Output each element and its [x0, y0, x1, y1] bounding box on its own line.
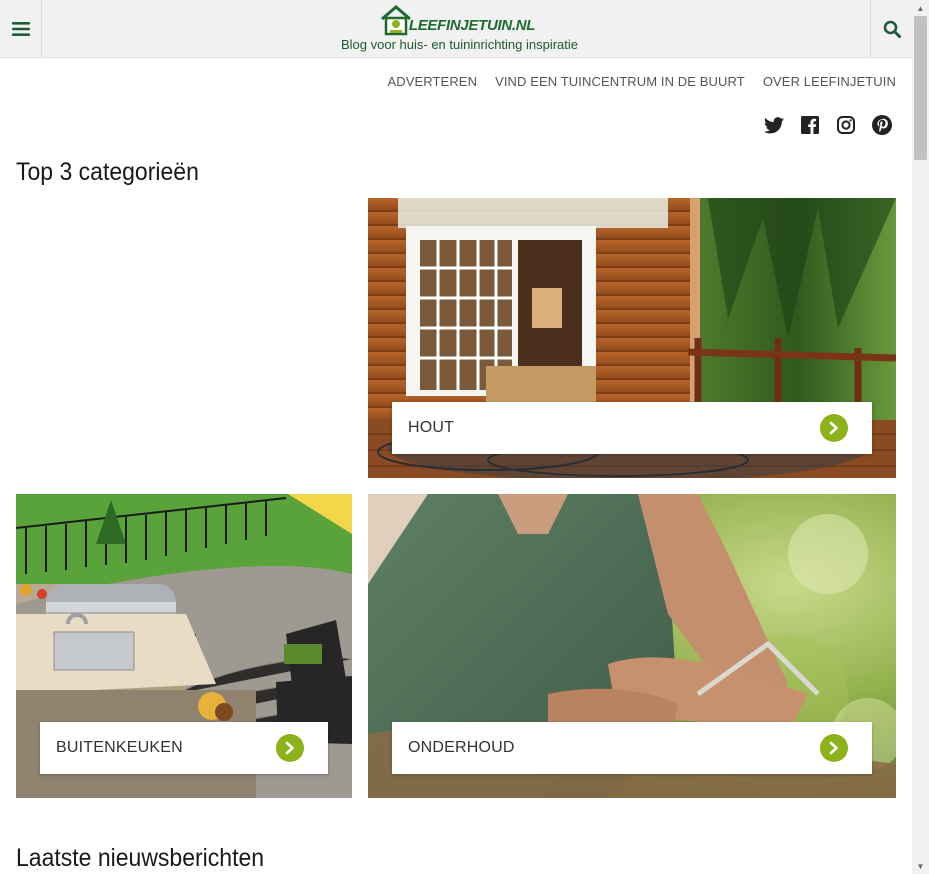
arrow-right-icon[interactable] [820, 414, 848, 442]
category-caption: HOUT [392, 402, 872, 454]
nav-link-over[interactable]: OVER LEEFINJETUIN [763, 74, 896, 89]
arrow-right-icon[interactable] [820, 734, 848, 762]
arrow-right-icon[interactable] [276, 734, 304, 762]
scrollbar-thumb[interactable] [914, 16, 927, 160]
instagram-icon[interactable] [835, 114, 857, 136]
search-icon [883, 20, 901, 38]
twitter-icon[interactable] [763, 114, 785, 136]
top-navigation: ADVERTEREN VIND EEN TUINCENTRUM IN DE BU… [387, 74, 896, 89]
facebook-icon[interactable] [799, 114, 821, 136]
site-tagline: Blog voor huis- en tuininrichting inspir… [341, 37, 579, 52]
categories-heading: Top 3 categorieën [16, 158, 199, 186]
house-logo-icon [380, 5, 411, 36]
menu-button[interactable] [0, 0, 42, 58]
category-caption: BUITENKEUKEN [40, 722, 328, 774]
category-label-buitenkeuken: BUITENKEUKEN [56, 739, 183, 756]
nav-link-tuincentrum[interactable]: VIND EEN TUINCENTRUM IN DE BUURT [495, 74, 745, 89]
category-label-hout: HOUT [408, 419, 455, 436]
hamburger-menu-icon [11, 22, 30, 36]
site-header: LEEFINJETUIN.NL Blog voor huis- en tuini… [0, 0, 912, 58]
logo-text: LEEFINJETUIN.NL [408, 17, 536, 34]
site-logo[interactable]: LEEFINJETUIN.NL Blog voor huis- en tuini… [341, 4, 579, 56]
category-tile-buitenkeuken[interactable]: BUITENKEUKEN [16, 494, 352, 798]
news-heading: Laatste nieuwsberichten [16, 844, 265, 872]
search-button[interactable] [870, 0, 912, 58]
category-tile-hout[interactable]: HOUT [368, 198, 896, 478]
social-links [763, 114, 893, 136]
scroll-down-icon[interactable]: ▼ [912, 858, 929, 874]
nav-link-adverteren[interactable]: ADVERTEREN [387, 74, 477, 89]
pinterest-icon[interactable] [871, 114, 893, 136]
category-caption: ONDERHOUD [392, 722, 872, 774]
scroll-up-icon[interactable]: ▲ [912, 0, 929, 16]
category-label-onderhoud: ONDERHOUD [408, 739, 515, 756]
category-tile-onderhoud[interactable]: ONDERHOUD [368, 494, 896, 798]
